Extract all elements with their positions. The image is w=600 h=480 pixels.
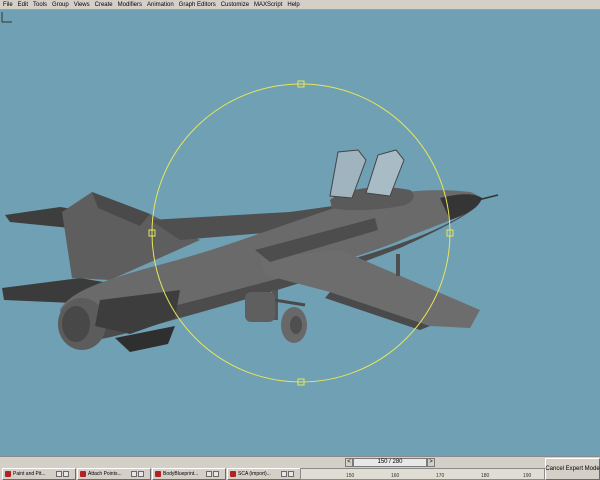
menu-modifiers[interactable]: Modifiers — [118, 0, 142, 10]
jet-aircraft-model[interactable] — [0, 10, 600, 456]
task-minimize-icon[interactable] — [206, 471, 212, 477]
task-button-1[interactable]: Paint and Pit... — [2, 468, 76, 480]
frame-counter[interactable]: 150 / 280 — [353, 458, 427, 467]
time-slider-next[interactable]: > — [427, 458, 435, 467]
task-button-3[interactable]: BodyBlueprint... — [152, 468, 226, 480]
engine-nozzle-inner — [62, 306, 90, 342]
app-icon — [80, 471, 86, 477]
status-area: < 150 / 280 > Paint and Pit... Attach Po… — [0, 456, 600, 480]
track-tick-label: 170 — [436, 473, 445, 479]
main-gear-hub — [290, 316, 302, 334]
perspective-viewport[interactable] — [0, 10, 600, 456]
track-tick-label: 190 — [523, 473, 532, 479]
world-axis-icon — [1, 12, 12, 23]
app-icon — [155, 471, 161, 477]
menu-animation[interactable]: Animation — [147, 0, 174, 10]
task-close-icon[interactable] — [288, 471, 294, 477]
app-icon — [5, 471, 11, 477]
menu-bar: File Edit Tools Group Views Create Modif… — [0, 0, 600, 10]
task-label: BodyBlueprint... — [163, 471, 199, 477]
task-minimize-icon[interactable] — [281, 471, 287, 477]
task-label: Paint and Pit... — [13, 471, 46, 477]
task-minimize-icon[interactable] — [56, 471, 62, 477]
task-button-2[interactable]: Attach Points... — [77, 468, 151, 480]
menu-edit[interactable]: Edit — [18, 0, 28, 10]
track-tick-label: 180 — [481, 473, 490, 479]
menu-create[interactable]: Create — [95, 0, 113, 10]
menu-views[interactable]: Views — [74, 0, 90, 10]
task-button-4[interactable]: SCA (import)... — [227, 468, 301, 480]
track-tick-label: 150 — [346, 473, 355, 479]
app-icon — [230, 471, 236, 477]
task-close-icon[interactable] — [63, 471, 69, 477]
task-close-icon[interactable] — [213, 471, 219, 477]
menu-tools[interactable]: Tools — [33, 0, 47, 10]
taskbar: Paint and Pit... Attach Points... BodyBl… — [0, 468, 545, 480]
menu-maxscript[interactable]: MAXScript — [254, 0, 282, 10]
time-slider[interactable]: < 150 / 280 > — [0, 458, 545, 467]
menu-graph-editors[interactable]: Graph Editors — [179, 0, 216, 10]
menu-help[interactable]: Help — [287, 0, 299, 10]
menu-file[interactable]: File — [3, 0, 13, 10]
track-bar[interactable]: 150 160 170 180 190 — [300, 468, 545, 480]
task-close-icon[interactable] — [138, 471, 144, 477]
menu-group[interactable]: Group — [52, 0, 69, 10]
track-tick-label: 160 — [391, 473, 400, 479]
task-minimize-icon[interactable] — [131, 471, 137, 477]
task-label: SCA (import)... — [238, 471, 271, 477]
menu-customize[interactable]: Customize — [221, 0, 249, 10]
time-slider-prev[interactable]: < — [345, 458, 353, 467]
cancel-expert-mode-button[interactable]: Cancel Expert Mode — [545, 458, 600, 480]
nose-gear-strut — [396, 254, 400, 276]
gear-door — [245, 292, 275, 322]
task-label: Attach Points... — [88, 471, 122, 477]
